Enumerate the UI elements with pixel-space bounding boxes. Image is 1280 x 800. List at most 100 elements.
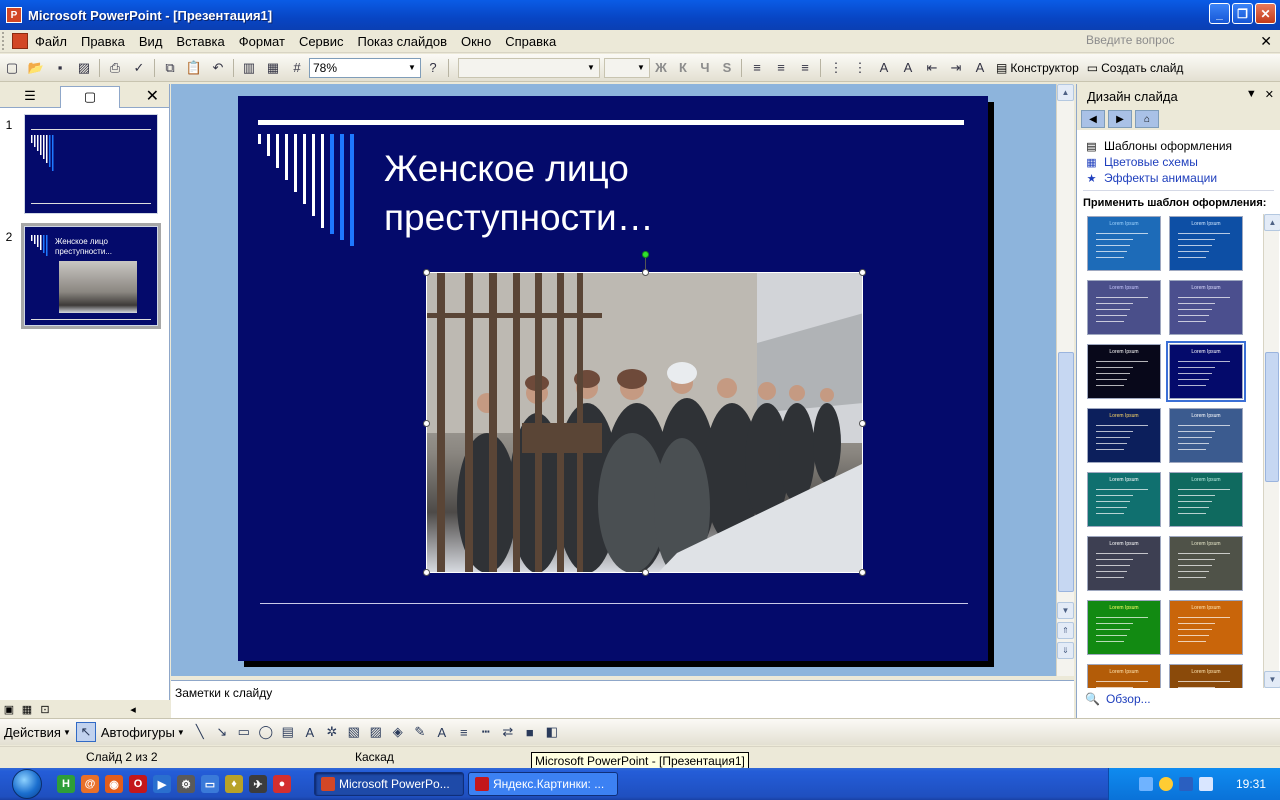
arrow-style-icon[interactable]: ⇄	[498, 722, 518, 742]
font-color-icon[interactable]: A	[970, 58, 990, 78]
selected-picture[interactable]	[423, 251, 866, 576]
slide-sorter-icon[interactable]: ▦	[20, 702, 34, 716]
task-pane-close-icon[interactable]: ✕	[1265, 88, 1274, 101]
design-template-thumbnail[interactable]: Lorem Ipsum	[1087, 408, 1161, 463]
maximize-button[interactable]: ❐	[1232, 3, 1253, 24]
taskbar-button-powerpoint[interactable]: Microsoft PowerPo...	[314, 772, 464, 796]
fill-color-icon[interactable]: ◈	[388, 722, 408, 742]
quicklaunch-tool-icon[interactable]: ⚙	[177, 775, 195, 793]
slide-canvas[interactable]: Женское лицо преступности…	[238, 96, 988, 661]
browse-link[interactable]: 🔍 Обзор...	[1085, 692, 1151, 706]
scroll-thumb[interactable]	[1265, 352, 1279, 482]
design-template-thumbnail[interactable]: Lorem Ipsum	[1087, 600, 1161, 655]
design-template-thumbnail[interactable]: Lorem Ipsum	[1169, 536, 1243, 591]
spelling-icon[interactable]: ✓	[129, 58, 149, 78]
design-template-thumbnail[interactable]: Lorem Ipsum	[1169, 472, 1243, 527]
design-template-thumbnail[interactable]: Lorem Ipsum	[1087, 664, 1161, 688]
scroll-thumb[interactable]	[1058, 352, 1074, 592]
permission-icon[interactable]: ▨	[74, 58, 94, 78]
autoshapes-menu[interactable]: Автофигуры ▼	[101, 725, 185, 740]
quicklaunch-extra-icon[interactable]: ✈	[249, 775, 267, 793]
design-template-thumbnail[interactable]: Lorem Ipsum	[1169, 280, 1243, 335]
line-style-icon[interactable]: ≡	[454, 722, 474, 742]
design-template-thumbnail[interactable]: Lorem Ipsum	[1087, 344, 1161, 399]
slide-title[interactable]: Женское лицо преступности…	[384, 144, 724, 242]
arrow-icon[interactable]: ↘	[212, 722, 232, 742]
design-button[interactable]: ▤ Конструктор	[996, 61, 1079, 75]
line-icon[interactable]: ╲	[190, 722, 210, 742]
design-template-thumbnail[interactable]: Lorem Ipsum	[1169, 600, 1243, 655]
save-icon[interactable]: ▪	[50, 58, 70, 78]
task-pane-menu-icon[interactable]: ▼	[1246, 88, 1257, 101]
copy-icon[interactable]: ⧉	[160, 58, 180, 78]
window-title-bar[interactable]: P Microsoft PowerPoint - [Презентация1] …	[0, 0, 1280, 30]
increase-indent-icon[interactable]: ⇥	[946, 58, 966, 78]
previous-slide-icon[interactable]: ⇑	[1057, 622, 1074, 639]
slide-thumbnail-row[interactable]: 1	[0, 114, 158, 214]
menu-tools[interactable]: Сервис	[292, 34, 351, 49]
font-size-combo[interactable]: ▼	[604, 57, 650, 78]
notes-pane[interactable]: Заметки к слайду	[171, 680, 1074, 718]
opera-icon[interactable]: O	[129, 775, 147, 793]
powerpoint-app-icon[interactable]: P	[6, 7, 22, 23]
oval-icon[interactable]: ◯	[256, 722, 276, 742]
design-template-thumbnail[interactable]: Lorem Ipsum	[1087, 536, 1161, 591]
text-box-icon[interactable]: ▤	[278, 722, 298, 742]
line-color-icon[interactable]: ✎	[410, 722, 430, 742]
3d-icon[interactable]: ◧	[542, 722, 562, 742]
menu-view[interactable]: Вид	[132, 34, 170, 49]
dash-style-icon[interactable]: ┅	[476, 722, 496, 742]
messenger-icon[interactable]	[1159, 777, 1173, 791]
network-icon[interactable]	[1139, 777, 1153, 791]
bullets-icon[interactable]: ⋮	[850, 58, 870, 78]
design-template-thumbnail[interactable]: Lorem Ipsum	[1087, 280, 1161, 335]
close-panel-button[interactable]: ✕	[146, 86, 159, 106]
resize-handle-right[interactable]	[859, 420, 866, 427]
open-folder-icon[interactable]: 📂	[26, 58, 46, 78]
design-template-thumbnail[interactable]: Lorem Ipsum	[1169, 216, 1243, 271]
rotate-handle[interactable]	[642, 251, 649, 258]
menu-window[interactable]: Окно	[454, 34, 498, 49]
print-icon[interactable]: ⎙	[105, 58, 125, 78]
font-color-icon[interactable]: A	[432, 722, 452, 742]
shadow-button[interactable]: S	[716, 60, 738, 75]
decrease-font-icon[interactable]: A	[898, 58, 918, 78]
quicklaunch-misc-icon[interactable]: ♦	[225, 775, 243, 793]
show-desktop-icon[interactable]: ▭	[201, 775, 219, 793]
next-slide-icon[interactable]: ⇓	[1057, 642, 1074, 659]
decrease-indent-icon[interactable]: ⇤	[922, 58, 942, 78]
design-template-thumbnail[interactable]: Lorem Ipsum	[1169, 408, 1243, 463]
minimize-button[interactable]: _	[1209, 3, 1230, 24]
template-scrollbar[interactable]: ▲ ▼	[1263, 214, 1280, 688]
tab-outline[interactable]: ☰	[0, 85, 60, 107]
scroll-left-icon[interactable]: ◂	[126, 702, 140, 716]
close-window-button[interactable]: ✕	[1255, 3, 1276, 24]
resize-handle-bottom-right[interactable]	[859, 569, 866, 576]
slide-thumbnail[interactable]	[24, 114, 158, 214]
media-player-icon[interactable]: ▶	[153, 775, 171, 793]
increase-font-icon[interactable]: A	[874, 58, 894, 78]
shadow-icon[interactable]: ■	[520, 722, 540, 742]
ask-question-input[interactable]: Введите вопрос	[1086, 33, 1246, 51]
scroll-up-icon[interactable]: ▲	[1264, 214, 1280, 231]
clock[interactable]: 19:31	[1236, 777, 1266, 791]
menu-insert[interactable]: Вставка	[169, 34, 231, 49]
resize-handle-top-left[interactable]	[423, 269, 430, 276]
insert-table-icon[interactable]: ▦	[263, 58, 283, 78]
quicklaunch-red-icon[interactable]: ●	[273, 775, 291, 793]
forward-icon[interactable]: ▶	[1108, 110, 1132, 128]
menu-file[interactable]: Файл	[28, 34, 74, 49]
wordart-icon[interactable]: A	[300, 722, 320, 742]
link-animation-effects[interactable]: ★ Эффекты анимации	[1077, 170, 1280, 186]
font-name-combo[interactable]: ▼	[458, 57, 600, 78]
slide-editing-area[interactable]: Женское лицо преступности…	[171, 84, 1056, 676]
bold-button[interactable]: Ж	[650, 60, 672, 75]
tray-app-icon[interactable]	[1179, 777, 1193, 791]
chevron-down-icon[interactable]: ▼	[634, 60, 648, 76]
taskbar-button-browser[interactable]: Яндекс.Картинки: ...	[468, 772, 618, 796]
diagram-icon[interactable]: ✲	[322, 722, 342, 742]
mail-icon[interactable]: @	[81, 775, 99, 793]
menu-slide-show[interactable]: Показ слайдов	[350, 34, 454, 49]
start-button[interactable]	[0, 768, 54, 800]
design-template-thumbnail[interactable]: Lorem Ipsum	[1166, 341, 1246, 402]
